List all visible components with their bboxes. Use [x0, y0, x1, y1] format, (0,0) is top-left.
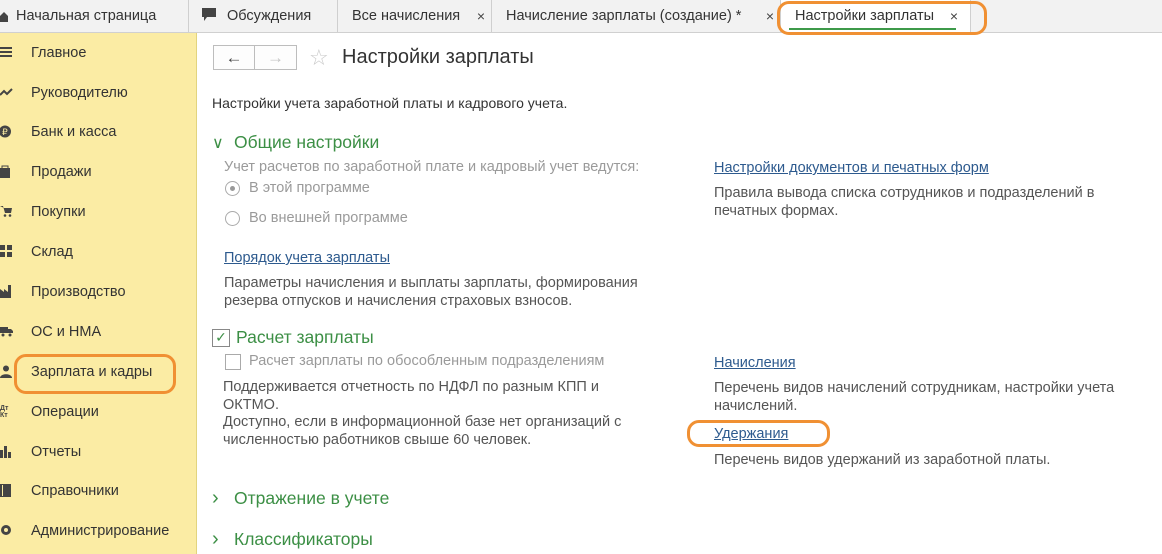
sidebar-item-director[interactable]: Руководителю [0, 78, 197, 108]
deductions-description: Перечень видов удержаний из заработной п… [714, 452, 1051, 468]
radio-this-program[interactable] [225, 181, 240, 196]
sidebar-item-salary-hr[interactable]: Зарплата и кадры [0, 357, 197, 387]
sidebar-item-fixed-assets[interactable]: ОС и НМА [0, 317, 197, 347]
sidebar-item-label: Руководителю [31, 85, 128, 101]
link-payroll-order[interactable]: Порядок учета зарплаты [224, 250, 390, 266]
tab-discussions[interactable]: Обсуждения [189, 0, 338, 32]
payroll-order-description: Параметры начисления и выплаты зарплаты,… [224, 275, 638, 309]
accounting-question: Учет расчетов по заработной плате и кадр… [224, 159, 640, 175]
ruble-coin-icon: ₽ [0, 125, 14, 139]
sidebar-item-warehouse[interactable]: Склад [0, 237, 197, 267]
dt-kt-icon: Дт Кт [0, 405, 9, 419]
radio-label: В этой программе [249, 180, 370, 196]
section-accounting-reflection[interactable]: › Отражение в учете [212, 487, 389, 510]
forward-button[interactable]: → [255, 45, 297, 70]
page-title: Настройки зарплаты [342, 46, 534, 68]
back-button[interactable]: ← [213, 45, 255, 70]
sidebar-item-main[interactable]: Главное [0, 38, 197, 68]
tab-payroll-creation[interactable]: Начисление зарплаты (создание) * × [492, 0, 781, 32]
warehouse-grid-icon [0, 245, 14, 259]
main-content: ← → ☆ Настройки зарплаты Настройки учета… [198, 33, 1162, 554]
separate-divisions-checkbox[interactable] [225, 354, 241, 370]
section-title: Общие настройки [234, 132, 380, 152]
chevron-down-icon: ✓ [212, 328, 230, 347]
person-icon [0, 365, 14, 379]
sidebar-item-label: Справочники [31, 483, 119, 499]
close-icon[interactable]: × [766, 8, 774, 24]
sidebar-item-label: Администрирование [31, 523, 170, 539]
accruals-description: Перечень видов начислений сотрудникам, н… [714, 380, 1115, 414]
shopping-cart-icon [0, 205, 14, 219]
tab-label: Обсуждения [227, 8, 312, 24]
section-title: Отражение в учете [234, 488, 390, 508]
tab-home[interactable]: Начальная страница [0, 0, 189, 32]
page-subtitle: Настройки учета заработной платы и кадро… [212, 95, 568, 111]
sidebar-item-production[interactable]: Производство [0, 277, 197, 307]
sidebar-item-administration[interactable]: Администрирование [0, 516, 197, 546]
svg-text:₽: ₽ [2, 128, 8, 138]
section-general-settings[interactable]: ∨ Общие настройки [212, 132, 379, 153]
close-icon[interactable]: × [950, 8, 958, 24]
radio-label: Во внешней программе [249, 210, 408, 226]
link-document-settings[interactable]: Настройки документов и печатных форм [714, 160, 989, 176]
tab-all-accruals[interactable]: Все начисления × [338, 0, 492, 32]
bar-chart-icon [0, 445, 14, 459]
sidebar: Главное Руководителю ₽ Банк и касса Прод… [0, 33, 197, 554]
availability-note: Доступно, если в информационной базе нет… [223, 414, 622, 448]
chevron-right-icon: › [212, 528, 219, 550]
home-icon [0, 10, 8, 22]
sidebar-item-references[interactable]: Справочники [0, 476, 197, 506]
gear-icon [0, 524, 14, 538]
chevron-right-icon: › [212, 487, 219, 509]
tab-payroll-settings[interactable]: Настройки зарплаты × [781, 0, 971, 32]
factory-icon [0, 285, 14, 299]
section-payroll-calculation[interactable]: ✓ Расчет зарплаты [212, 327, 374, 348]
sidebar-item-purchases[interactable]: Покупки [0, 197, 197, 227]
favorite-star-icon[interactable]: ☆ [309, 45, 329, 71]
sidebar-item-reports[interactable]: Отчеты [0, 437, 197, 467]
book-icon [0, 484, 14, 498]
sidebar-item-label: Отчеты [31, 444, 82, 460]
ndfl-note: Поддерживается отчетность по НДФЛ по раз… [223, 379, 599, 413]
document-settings-description: Правила вывода списка сотрудников и подр… [714, 185, 1095, 219]
close-icon[interactable]: × [477, 8, 485, 24]
sidebar-item-label: Продажи [31, 164, 92, 180]
sidebar-item-label: Главное [31, 45, 87, 61]
truck-icon [0, 325, 14, 339]
sidebar-item-label: Склад [31, 244, 73, 260]
section-title: Классификаторы [234, 529, 373, 549]
sidebar-item-label: Производство [31, 284, 126, 300]
chat-bubble-icon [201, 7, 217, 26]
sidebar-item-operations[interactable]: Дт Кт Операции [0, 397, 197, 427]
tab-label: Настройки зарплаты [795, 8, 935, 24]
chevron-down-icon: ∨ [212, 134, 224, 152]
sidebar-item-label: Зарплата и кадры [31, 364, 153, 380]
link-accruals[interactable]: Начисления [714, 355, 796, 371]
tab-bar: Начальная страница Обсуждения Все начисл… [0, 0, 1162, 33]
sidebar-item-label: Покупки [31, 204, 86, 220]
sidebar-item-sales[interactable]: Продажи [0, 157, 197, 187]
tab-label: Начисление зарплаты (создание) * [506, 8, 742, 24]
shopping-bag-icon [0, 165, 14, 179]
trend-chart-icon [0, 86, 14, 100]
menu-lines-icon [0, 46, 14, 60]
section-title: Расчет зарплаты [236, 327, 374, 347]
radio-external-program[interactable] [225, 211, 240, 226]
sidebar-item-label: Операции [31, 404, 99, 420]
tab-label: Все начисления [352, 8, 461, 24]
checkbox-label: Расчет зарплаты по обособленным подразде… [249, 353, 605, 369]
tab-label: Начальная страница [16, 8, 157, 24]
sidebar-item-label: Банк и касса [31, 124, 117, 140]
sidebar-item-bank[interactable]: ₽ Банк и касса [0, 117, 197, 147]
section-classifiers[interactable]: › Классификаторы [212, 528, 373, 551]
sidebar-item-label: ОС и НМА [31, 324, 102, 340]
link-deductions[interactable]: Удержания [714, 426, 788, 442]
